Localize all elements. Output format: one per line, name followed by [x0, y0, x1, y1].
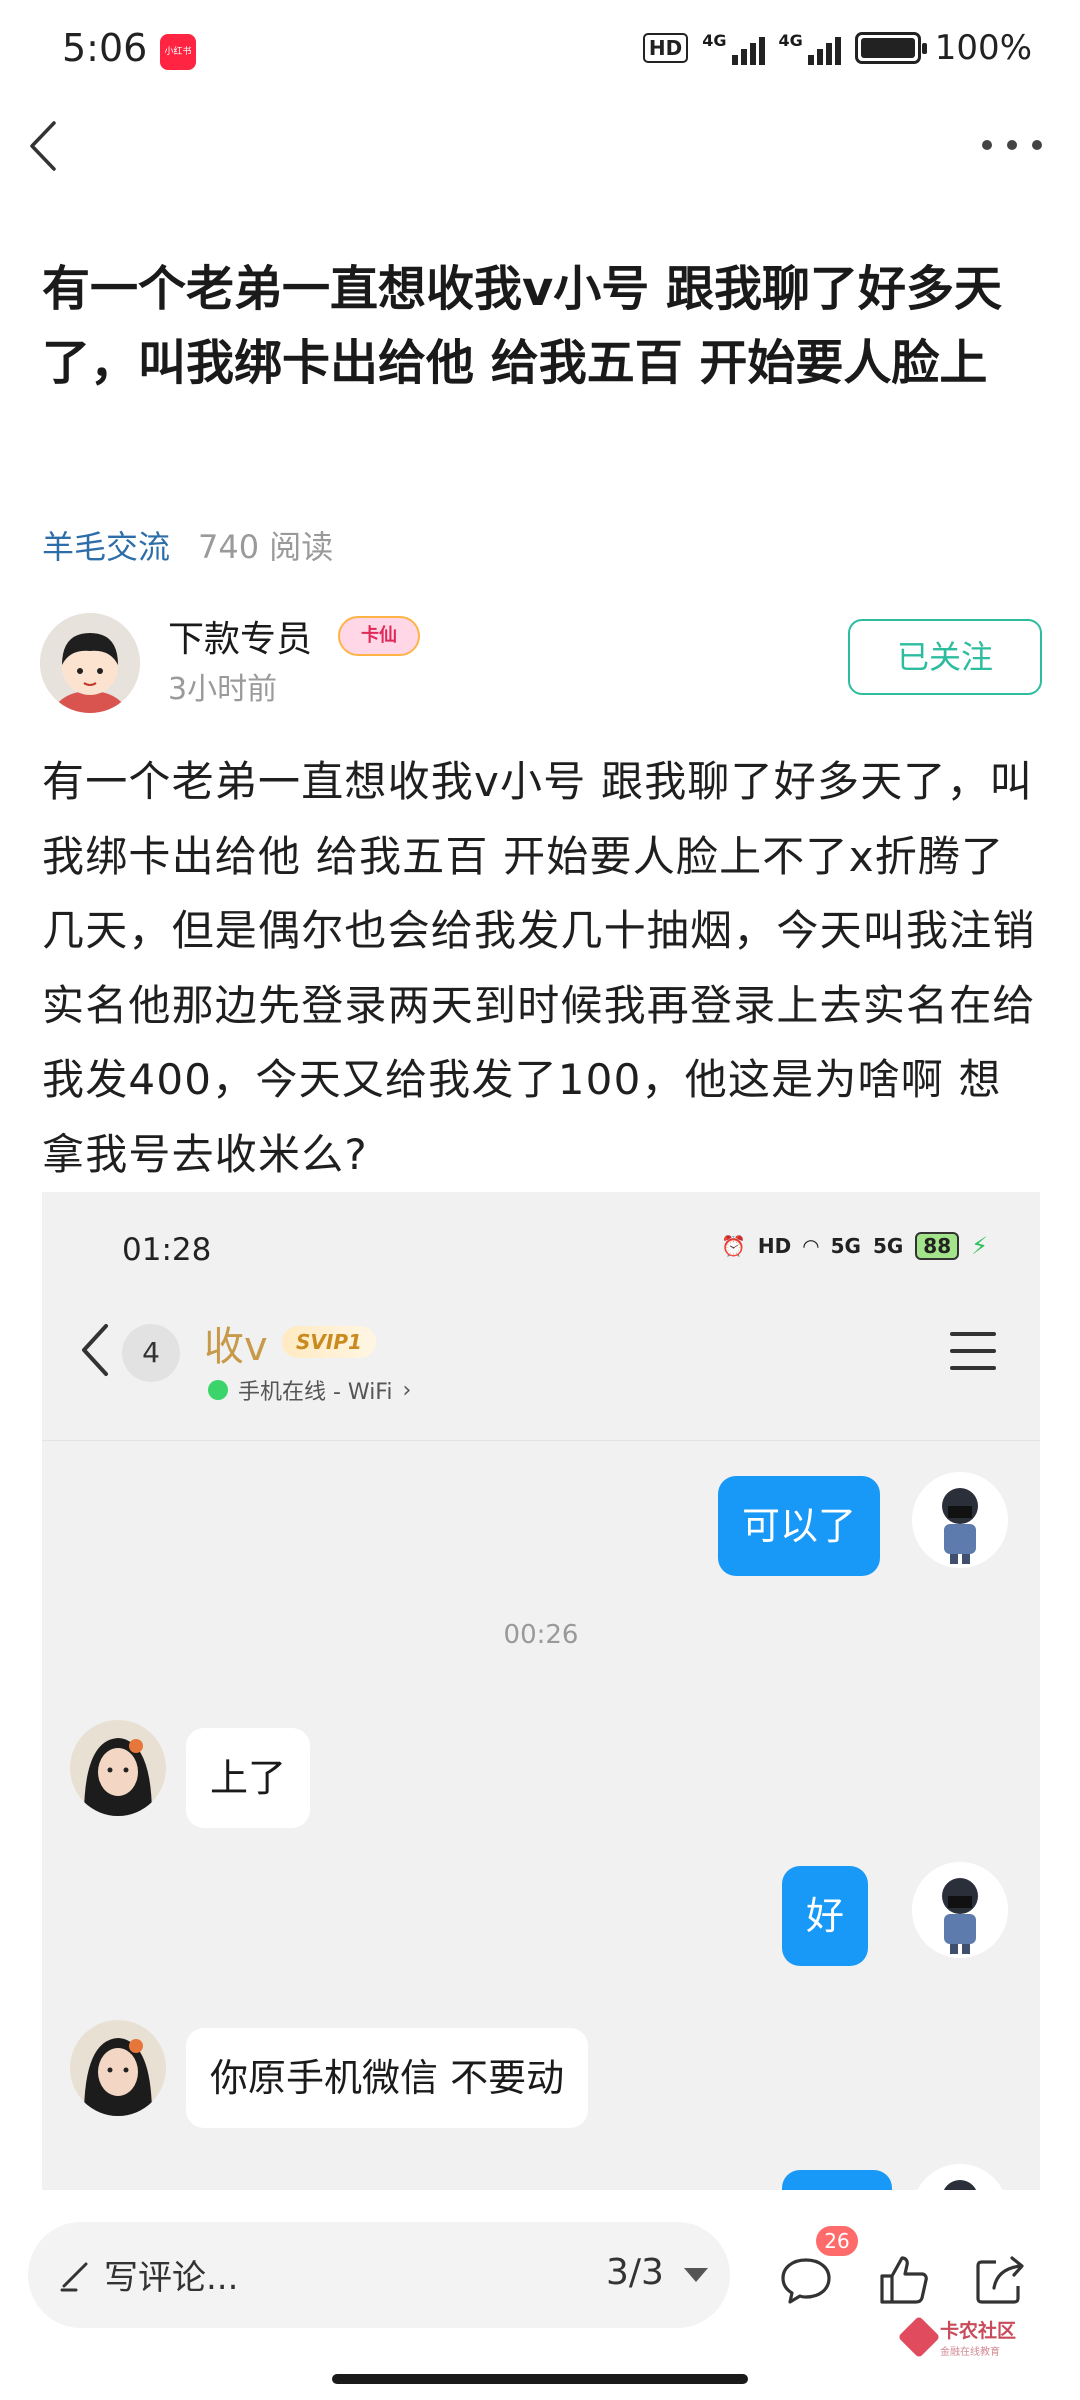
message-bubble-out-partial	[782, 2170, 892, 2192]
battery-icon	[854, 32, 927, 64]
post-time: 3小时前	[168, 672, 278, 707]
bottom-action-bar: 写评论... 3/3 26 卡农社区 金融在线教育	[0, 2190, 1080, 2400]
post-image[interactable]: 01:28 ⏰ HD ◠ 5G 5G 88 ⚡ 4 收v SVIP1 手机在线 …	[42, 1192, 1040, 2192]
more-icon	[982, 140, 992, 150]
contact-name: 收v	[204, 1324, 268, 1370]
app-badge-icon: 小红书	[160, 34, 196, 70]
category-link[interactable]: 羊毛交流	[42, 522, 170, 568]
status-bar: 5:06 小红书 HD 4G 4G 100%	[0, 0, 1080, 100]
online-dot-icon	[208, 1380, 228, 1400]
comment-icon	[781, 2258, 831, 2304]
post-meta: 羊毛交流 740 阅读	[42, 522, 333, 568]
back-button[interactable]	[22, 115, 66, 177]
post-body: 有一个老弟一直想收我v小号 跟我聊了好多天了，叫我绑卡出给他 给我五百 开始要人…	[42, 757, 1036, 1179]
divider	[42, 1440, 1040, 1441]
author-name[interactable]: 下款专员	[168, 610, 312, 662]
network-label: 4G	[778, 31, 803, 50]
contact-avatar	[70, 2020, 166, 2116]
message-bubble-out: 好	[782, 1866, 869, 1966]
chevron-right-icon: ›	[402, 1377, 412, 1403]
message-bubble-in: 你原手机微信 不要动	[186, 2028, 589, 2128]
watermark: 卡农社区 金融在线教育	[897, 2315, 1017, 2359]
network-label: 5G	[872, 1234, 904, 1258]
comment-count-badge: 26	[816, 2226, 858, 2256]
post-title: 有一个老弟一直想收我v小号 跟我聊了好多天了，叫我绑卡出给他 给我五百 开始要人…	[42, 261, 1003, 391]
back-icon	[30, 121, 56, 171]
charging-icon: ⚡	[971, 1232, 988, 1260]
online-status: 手机在线 - WiFi ›	[208, 1374, 411, 1406]
more-button[interactable]	[982, 125, 1042, 165]
author-level-badge: 卡仙	[338, 616, 420, 656]
like-button[interactable]	[874, 2250, 934, 2310]
chat-back-icon	[78, 1320, 118, 1380]
network-label: 4G	[702, 31, 727, 50]
chat-timestamp: 00:26	[503, 1620, 579, 1650]
caret-down-icon[interactable]	[684, 2268, 708, 2282]
alarm-icon: ⏰	[720, 1234, 746, 1258]
comment-button[interactable]	[776, 2250, 836, 2310]
read-count: 740 阅读	[198, 528, 334, 566]
svip-badge: SVIP1	[282, 1326, 376, 1358]
status-time: 5:06	[62, 26, 148, 70]
message-bubble-out: 可以了	[718, 1476, 881, 1576]
message-bubble-in: 上了	[186, 1728, 311, 1828]
battery-icon: 88	[915, 1232, 960, 1260]
share-button[interactable]	[970, 2250, 1030, 2310]
author-avatar[interactable]	[40, 613, 140, 713]
contact-avatar	[70, 1720, 166, 1816]
online-status-text: 手机在线 - WiFi	[238, 1380, 393, 1405]
home-indicator[interactable]	[332, 2374, 748, 2384]
wifi-icon: ◠	[803, 1234, 819, 1258]
self-avatar	[912, 1472, 1008, 1568]
status-indicators: HD 4G 4G 100%	[642, 28, 1032, 68]
watermark-logo-icon	[897, 2315, 941, 2359]
screenshot-time: 01:28	[122, 1232, 212, 1268]
signal-icon: 4G	[702, 31, 765, 65]
battery-percent: 100%	[934, 28, 1032, 68]
like-icon	[880, 2256, 928, 2304]
watermark-subtext: 金融在线教育	[940, 2347, 1000, 2358]
watermark-text: 卡农社区	[940, 2320, 1017, 2342]
screenshot-status-icons: ⏰ HD ◠ 5G 5G 88 ⚡	[721, 1232, 988, 1260]
menu-icon	[950, 1332, 996, 1370]
comment-input[interactable]: 写评论... 3/3	[28, 2222, 730, 2328]
page-indicator[interactable]: 3/3	[606, 2252, 664, 2293]
self-avatar	[912, 1862, 1008, 1958]
network-label: 5G	[830, 1234, 861, 1258]
hd-icon: HD	[642, 33, 689, 63]
unread-count: 4	[122, 1324, 180, 1382]
signal-icon: 4G	[779, 31, 841, 65]
comment-placeholder: 写评论...	[104, 2258, 239, 2298]
pen-icon	[60, 2262, 88, 2292]
follow-button[interactable]: 已关注	[848, 619, 1042, 695]
hd-icon: HD	[757, 1234, 792, 1258]
self-avatar	[912, 2164, 1008, 2192]
share-icon	[976, 2256, 1024, 2304]
